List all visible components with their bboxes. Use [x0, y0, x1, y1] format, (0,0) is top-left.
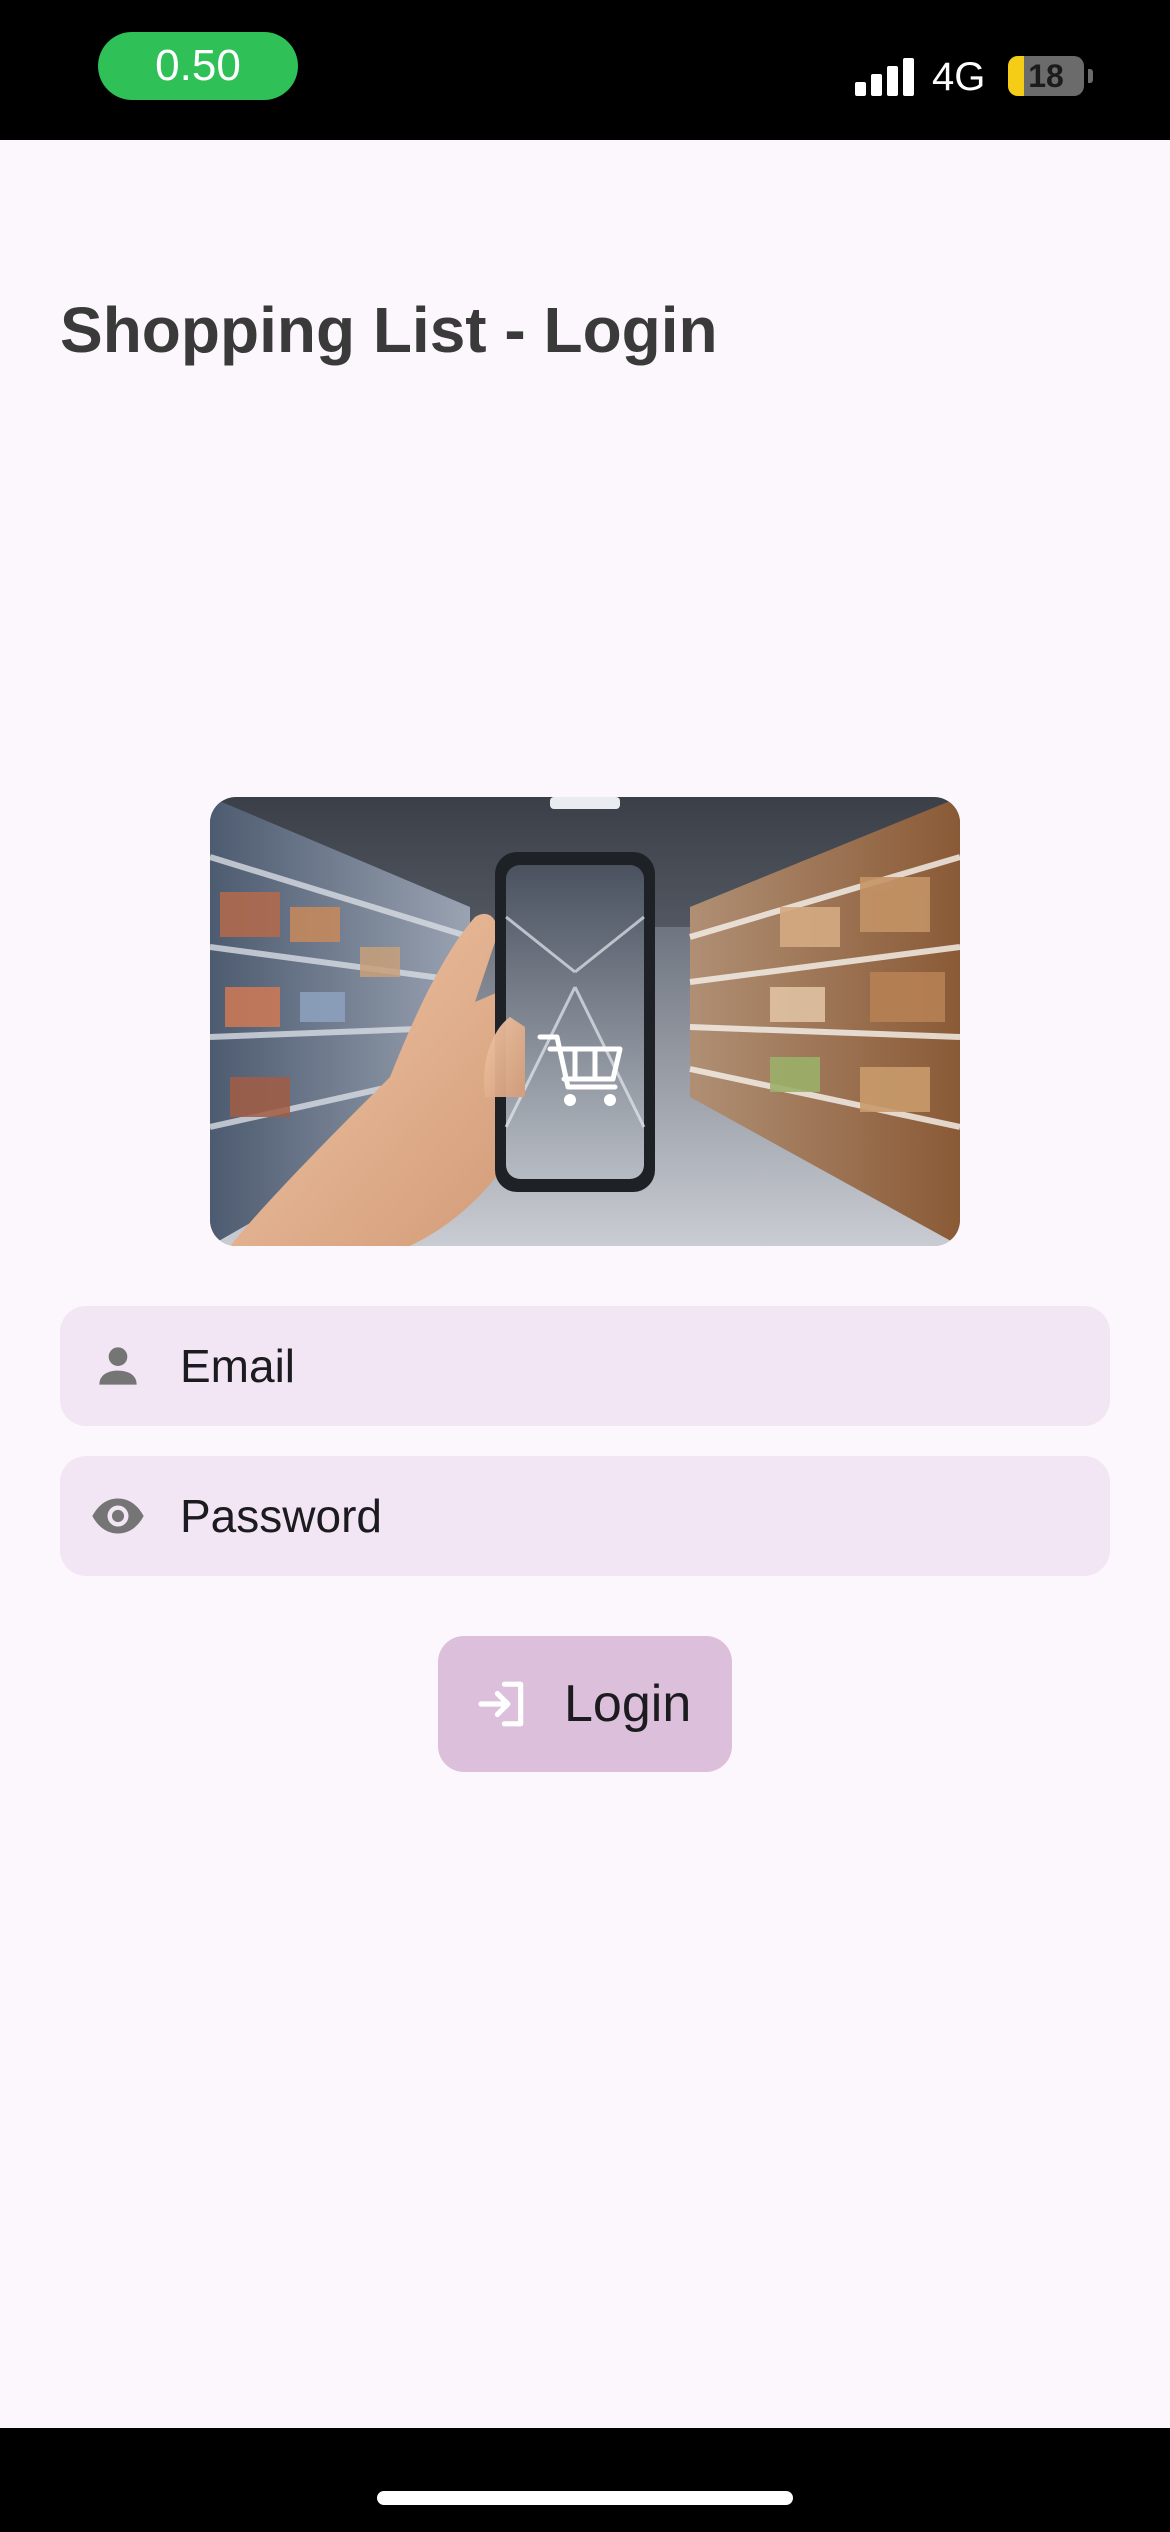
login-button-label: Login	[564, 1675, 692, 1733]
network-type: 4G	[932, 55, 986, 99]
hero-image	[210, 797, 960, 1246]
person-icon	[99, 1347, 137, 1385]
timer-pill[interactable]: 0.50	[98, 32, 298, 100]
email-field[interactable]	[60, 1306, 1110, 1426]
home-indicator[interactable]	[377, 2491, 793, 2505]
password-field[interactable]	[60, 1456, 1110, 1576]
page-title: Shopping List - Login	[60, 294, 718, 366]
battery-tip	[1088, 69, 1093, 83]
status-bar: 0.50 4G 18	[0, 0, 1170, 140]
email-input[interactable]	[180, 1306, 1080, 1426]
eye-icon[interactable]	[90, 1488, 146, 1544]
battery-level: 18	[1028, 58, 1064, 94]
battery-icon: 18	[1008, 56, 1084, 96]
bottom-bar	[0, 2428, 1170, 2532]
cellular-signal-icon	[855, 58, 915, 96]
shopping-phone-illustration	[210, 797, 960, 1246]
login-button[interactable]: Login	[438, 1636, 732, 1772]
login-arrow-icon	[478, 1681, 524, 1727]
password-input[interactable]	[180, 1456, 1080, 1576]
